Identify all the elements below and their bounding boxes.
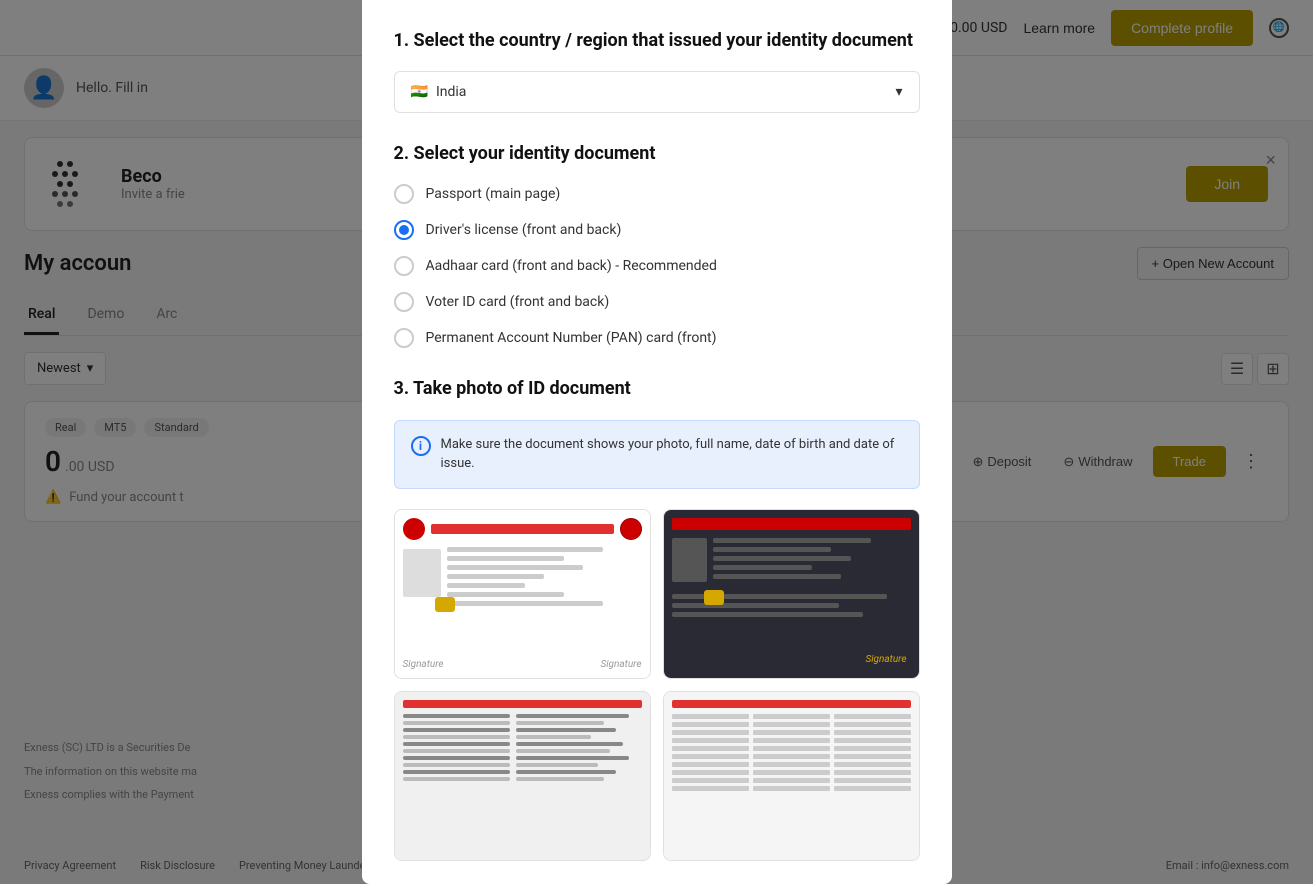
dl-back-photo (672, 538, 707, 582)
info-box: i Make sure the document shows your phot… (394, 420, 920, 489)
country-flag-text: 🇮🇳 India (411, 84, 467, 100)
id-image-bottom-front[interactable] (394, 691, 651, 861)
dl-sig-left: Signature (403, 659, 444, 670)
dl-emblem-right (620, 518, 642, 540)
step1-title: 1. Select the country / region that issu… (394, 28, 920, 53)
radio-aadhaar (394, 256, 414, 276)
doc-voter-id[interactable]: Voter ID card (front and back) (394, 292, 920, 312)
modal-dialog: 1. Select the country / region that issu… (362, 0, 952, 884)
document-radio-group: Passport (main page) Driver's license (f… (394, 184, 920, 348)
dl-chip (435, 597, 455, 612)
id-image-back[interactable]: Signature (663, 509, 920, 679)
country-select[interactable]: 🇮🇳 India ▾ (394, 71, 920, 113)
doc-drivers-license-label: Driver's license (front and back) (426, 222, 622, 238)
doc-voter-id-label: Voter ID card (front and back) (426, 294, 610, 310)
dl-back-fields (713, 538, 911, 582)
chevron-down-icon: ▾ (895, 84, 902, 100)
dl-back-header (672, 518, 911, 530)
dl-bottom-front-preview (395, 692, 650, 860)
id-image-front[interactable]: Signature Signature (394, 509, 651, 679)
dl-front-preview: Signature Signature (395, 510, 650, 678)
doc-drivers-license[interactable]: Driver's license (front and back) (394, 220, 920, 240)
dl-back-row (672, 538, 911, 582)
step3-title: 3. Take photo of ID document (394, 376, 920, 401)
dl-bottom-back-preview (664, 692, 919, 860)
step2-title: 2. Select your identity document (394, 141, 920, 166)
id-images-grid: Signature Signature (394, 509, 920, 861)
doc-passport-label: Passport (main page) (426, 186, 561, 202)
india-flag: 🇮🇳 (411, 84, 428, 100)
dl-photo (403, 549, 441, 597)
dl-fields (447, 547, 642, 648)
dl-back-chip (704, 590, 724, 605)
overlay-backdrop: 1. Select the country / region that issu… (0, 0, 1313, 884)
doc-aadhaar-label: Aadhaar card (front and back) - Recommen… (426, 258, 717, 274)
dl-back-preview: Signature (664, 510, 919, 678)
dl-sig-area: Signature Signature (403, 655, 642, 670)
doc-pan-label: Permanent Account Number (PAN) card (fro… (426, 330, 717, 346)
dl-emblem-left (403, 518, 425, 540)
doc-passport[interactable]: Passport (main page) (394, 184, 920, 204)
radio-passport (394, 184, 414, 204)
radio-pan (394, 328, 414, 348)
dlbb-table (672, 714, 911, 791)
country-name: India (436, 84, 466, 100)
dl-title-bar (431, 524, 614, 534)
info-icon: i (411, 436, 431, 456)
id-image-bottom-back[interactable] (663, 691, 920, 861)
info-text: Make sure the document shows your photo,… (441, 435, 903, 474)
radio-voter-id (394, 292, 414, 312)
radio-drivers-license (394, 220, 414, 240)
doc-pan[interactable]: Permanent Account Number (PAN) card (fro… (394, 328, 920, 348)
dl-sig-right: Signature (600, 659, 641, 670)
doc-aadhaar[interactable]: Aadhaar card (front and back) - Recommen… (394, 256, 920, 276)
dlbf-cols (403, 714, 642, 844)
dlbf-header (403, 700, 642, 708)
dlbb-header (672, 700, 911, 708)
